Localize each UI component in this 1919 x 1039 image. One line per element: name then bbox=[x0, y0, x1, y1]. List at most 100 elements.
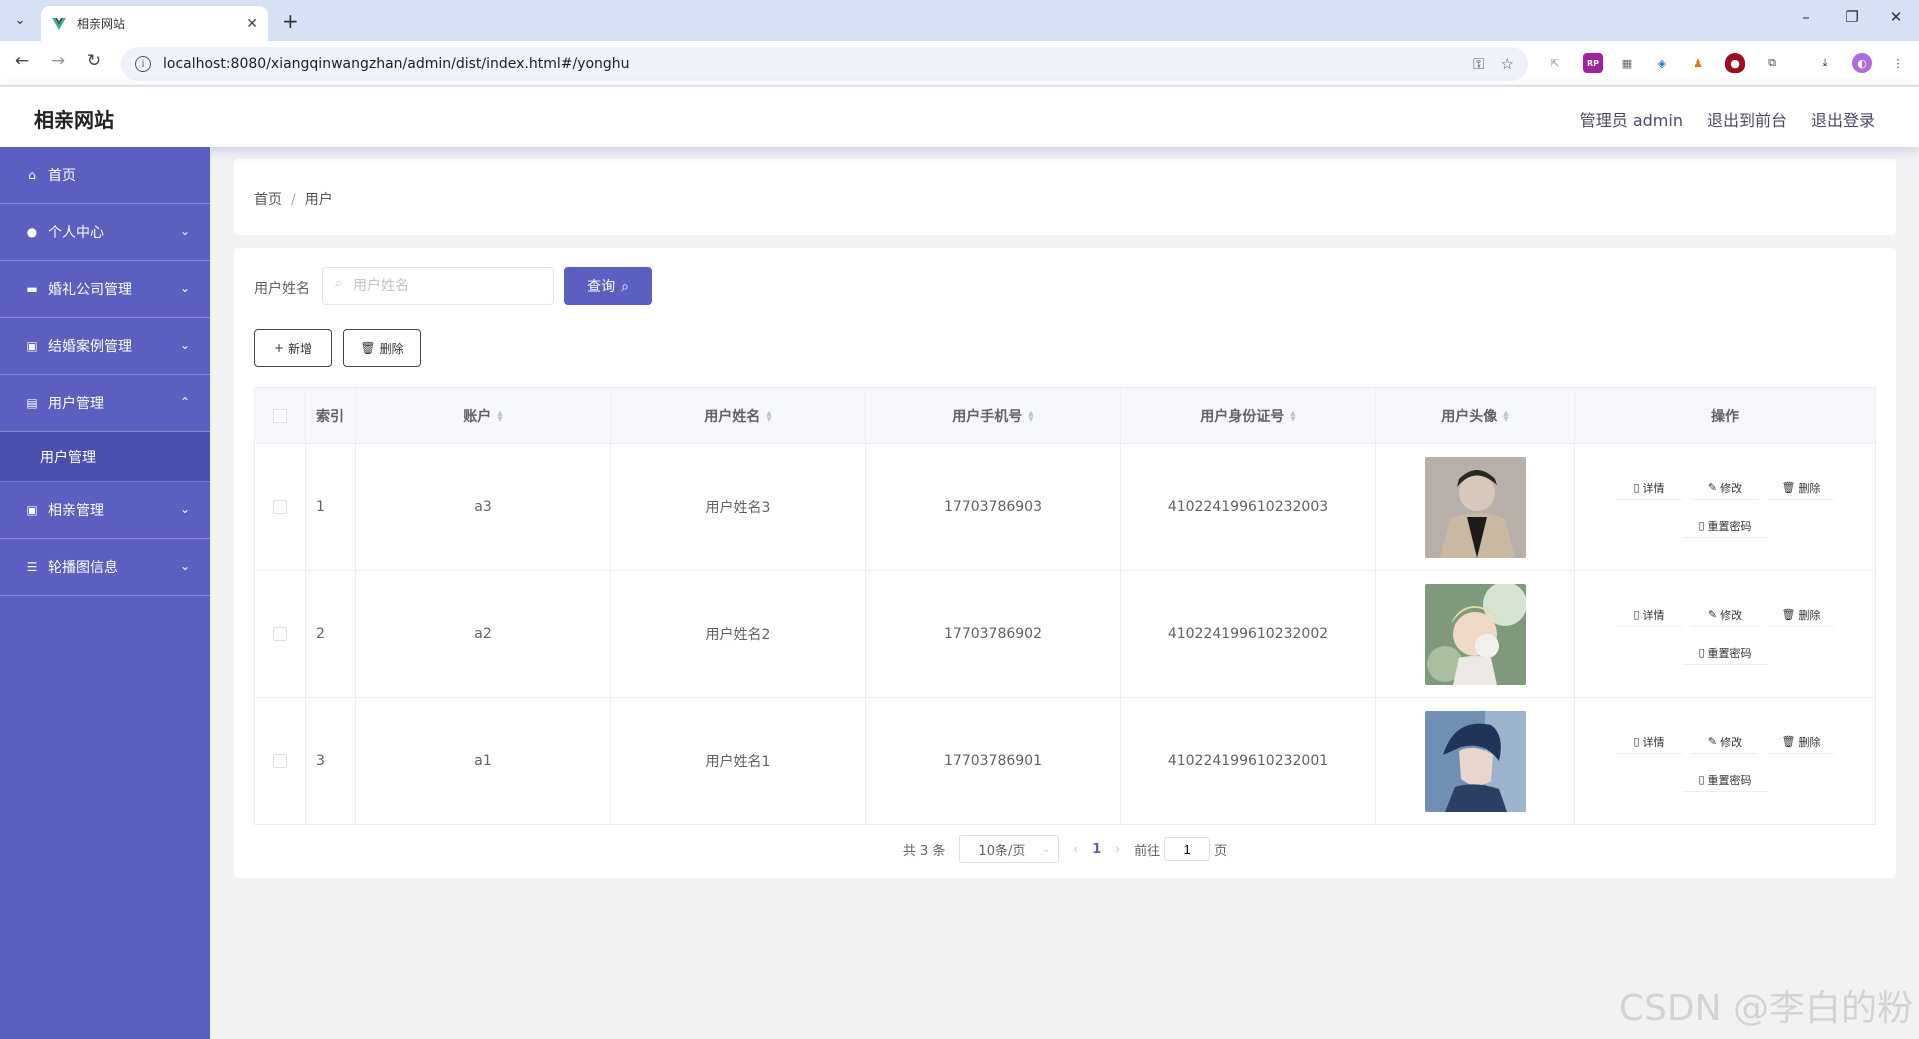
sidebar-item-carousel[interactable]: ☰ 轮播图信息 ⌄ bbox=[0, 539, 210, 596]
sort-icon[interactable]: ▲ ▼ bbox=[1028, 409, 1033, 422]
forward-icon[interactable]: → bbox=[46, 51, 70, 71]
bookmark-star-icon[interactable]: ☆ bbox=[1501, 55, 1514, 73]
row-checkbox[interactable] bbox=[273, 500, 287, 514]
user-avatar-image[interactable] bbox=[1424, 710, 1526, 812]
document-icon: ▯ bbox=[1698, 646, 1705, 659]
detail-button[interactable]: ▯ 详情 bbox=[1616, 730, 1682, 754]
edit-button[interactable]: ✎ 修改 bbox=[1692, 476, 1758, 500]
next-page-icon[interactable]: › bbox=[1115, 842, 1120, 856]
add-button[interactable]: + 新增 bbox=[254, 329, 332, 367]
detail-button[interactable]: ▯ 详情 bbox=[1616, 476, 1682, 500]
row-name: 用户姓名3 bbox=[705, 500, 771, 516]
site-info-icon[interactable]: i bbox=[135, 56, 151, 72]
row-delete-button[interactable]: 🗑 删除 bbox=[1768, 730, 1834, 754]
user-avatar-image[interactable] bbox=[1424, 456, 1526, 558]
reset-password-button[interactable]: ▯ 重置密码 bbox=[1682, 641, 1768, 665]
back-icon[interactable]: ← bbox=[10, 51, 34, 71]
extension-cursor-icon[interactable]: ⇱ bbox=[1545, 53, 1565, 73]
sidebar-item-label: 个人中心 bbox=[48, 225, 104, 241]
minimize-icon[interactable]: – bbox=[1794, 8, 1818, 26]
clipboard-icon: ▣ bbox=[26, 339, 38, 353]
delete-button[interactable]: 🗑 删除 bbox=[343, 329, 421, 367]
pagination: 共 3 条 10条/页 ⌄ ‹ 1 › 前往 页 bbox=[234, 835, 1896, 863]
sidebar-item-label: 用户管理 bbox=[48, 396, 104, 412]
browser-menu-icon[interactable]: ⋮ bbox=[1888, 53, 1908, 73]
document-icon: ▯ bbox=[1633, 735, 1640, 748]
profile-avatar-icon[interactable]: ◐ bbox=[1852, 53, 1872, 73]
select-all-checkbox[interactable] bbox=[273, 408, 287, 423]
document-icon: ▤ bbox=[26, 396, 38, 410]
home-icon: ⌂ bbox=[28, 168, 36, 182]
sort-icon[interactable]: ▲ ▼ bbox=[1290, 409, 1295, 422]
chevron-down-icon: ⌄ bbox=[179, 502, 190, 516]
tab-search-chevron-icon[interactable]: ⌄ bbox=[8, 8, 32, 32]
reload-icon[interactable]: ↻ bbox=[82, 51, 106, 71]
header-account[interactable]: 账户 bbox=[463, 406, 491, 426]
password-key-icon[interactable]: ⚿ bbox=[1473, 55, 1484, 73]
frontend-link[interactable]: 退出到前台 bbox=[1707, 107, 1787, 131]
trash-icon: 🗑 bbox=[1781, 608, 1796, 621]
briefcase-icon: ▬ bbox=[26, 282, 38, 296]
prev-page-icon[interactable]: ‹ bbox=[1073, 842, 1078, 856]
tab-title: 相亲网站 bbox=[77, 17, 126, 31]
window-close-icon[interactable]: ✕ bbox=[1884, 8, 1908, 26]
download-icon[interactable]: ⤓ bbox=[1815, 53, 1835, 73]
row-delete-button[interactable]: 🗑 删除 bbox=[1768, 476, 1834, 500]
extension-rp-icon[interactable]: RP bbox=[1583, 53, 1603, 73]
reset-password-button[interactable]: ▯ 重置密码 bbox=[1682, 768, 1768, 792]
extension-reader-icon[interactable]: ▦ bbox=[1617, 53, 1637, 73]
row-checkbox[interactable] bbox=[273, 627, 287, 641]
new-tab-icon[interactable]: + bbox=[282, 9, 299, 33]
extension-shield-icon[interactable]: ● bbox=[1725, 53, 1745, 73]
sidebar-item-label: 轮播图信息 bbox=[48, 560, 118, 576]
sidebar-item-label: 婚礼公司管理 bbox=[48, 282, 132, 298]
breadcrumb-home[interactable]: 首页 bbox=[254, 192, 282, 208]
query-button[interactable]: 查询 ⌕ bbox=[564, 267, 652, 305]
header-idcard[interactable]: 用户身份证号 bbox=[1200, 406, 1284, 426]
sidebar-subitem-user-management[interactable]: 用户管理 bbox=[0, 432, 210, 482]
restore-icon[interactable]: ❐ bbox=[1840, 8, 1864, 26]
header-avatar[interactable]: 用户头像 bbox=[1441, 406, 1497, 426]
sort-icon[interactable]: ▲ ▼ bbox=[1503, 409, 1508, 422]
goto-page-input[interactable] bbox=[1164, 837, 1211, 861]
address-bar[interactable]: i localhost:8080/xiangqinwangzhan/admin/… bbox=[121, 47, 1528, 81]
extension-layers-icon[interactable]: ◈ bbox=[1652, 53, 1672, 73]
reset-password-button[interactable]: ▯ 重置密码 bbox=[1682, 514, 1768, 538]
edit-icon: ✎ bbox=[1707, 735, 1718, 748]
row-idcard: 410224199610232002 bbox=[1167, 626, 1329, 642]
browser-tab[interactable]: 相亲网站 ✕ bbox=[41, 6, 268, 41]
edit-button[interactable]: ✎ 修改 bbox=[1692, 730, 1758, 754]
admin-label: 管理员 admin bbox=[1579, 111, 1683, 130]
edit-icon: ✎ bbox=[1707, 481, 1718, 494]
user-avatar-image[interactable] bbox=[1424, 583, 1526, 685]
detail-button[interactable]: ▯ 详情 bbox=[1616, 603, 1682, 627]
page-number[interactable]: 1 bbox=[1092, 842, 1101, 857]
extensions-puzzle-icon[interactable]: ⧉ bbox=[1762, 53, 1782, 73]
logout-link[interactable]: 退出登录 bbox=[1811, 107, 1875, 131]
app-header: 相亲网站 管理员 admin 退出到前台 退出登录 bbox=[0, 87, 1919, 147]
sort-icon[interactable]: ▲ ▼ bbox=[766, 409, 771, 422]
search-icon: ⌕ bbox=[335, 276, 343, 291]
sidebar: ⌂ 首页 ● 个人中心 ⌄ ▬ 婚礼公司管理 ⌄ ▣ 结婚案例管理 ⌄ ▤ 用户… bbox=[0, 147, 210, 1039]
search-input[interactable] bbox=[322, 267, 554, 305]
sidebar-item-home[interactable]: ⌂ 首页 bbox=[0, 147, 210, 204]
chevron-down-icon: ⌄ bbox=[179, 338, 190, 352]
row-checkbox[interactable] bbox=[273, 754, 287, 768]
watermark: CSDN @李白的粉 bbox=[1618, 988, 1913, 1029]
sidebar-item-matchmaking[interactable]: ▣ 相亲管理 ⌄ bbox=[0, 482, 210, 539]
edit-button[interactable]: ✎ 修改 bbox=[1692, 603, 1758, 627]
breadcrumb: 首页 / 用户 bbox=[254, 189, 333, 209]
extension-person-icon[interactable]: ♟ bbox=[1688, 53, 1708, 73]
app-title: 相亲网站 bbox=[34, 108, 114, 132]
sidebar-item-personal-center[interactable]: ● 个人中心 ⌄ bbox=[0, 204, 210, 261]
chevron-up-icon: ⌃ bbox=[179, 395, 190, 409]
sidebar-item-wedding-cases[interactable]: ▣ 结婚案例管理 ⌄ bbox=[0, 318, 210, 375]
sort-icon[interactable]: ▲ ▼ bbox=[497, 409, 502, 422]
page-size-select[interactable]: 10条/页 ⌄ bbox=[959, 835, 1060, 863]
close-tab-icon[interactable]: ✕ bbox=[246, 16, 258, 32]
header-phone[interactable]: 用户手机号 bbox=[952, 406, 1022, 426]
header-name[interactable]: 用户姓名 bbox=[704, 406, 760, 426]
sidebar-item-user-management[interactable]: ▤ 用户管理 ⌃ bbox=[0, 375, 210, 432]
sidebar-item-wedding-company[interactable]: ▬ 婚礼公司管理 ⌄ bbox=[0, 261, 210, 318]
row-delete-button[interactable]: 🗑 删除 bbox=[1768, 603, 1834, 627]
